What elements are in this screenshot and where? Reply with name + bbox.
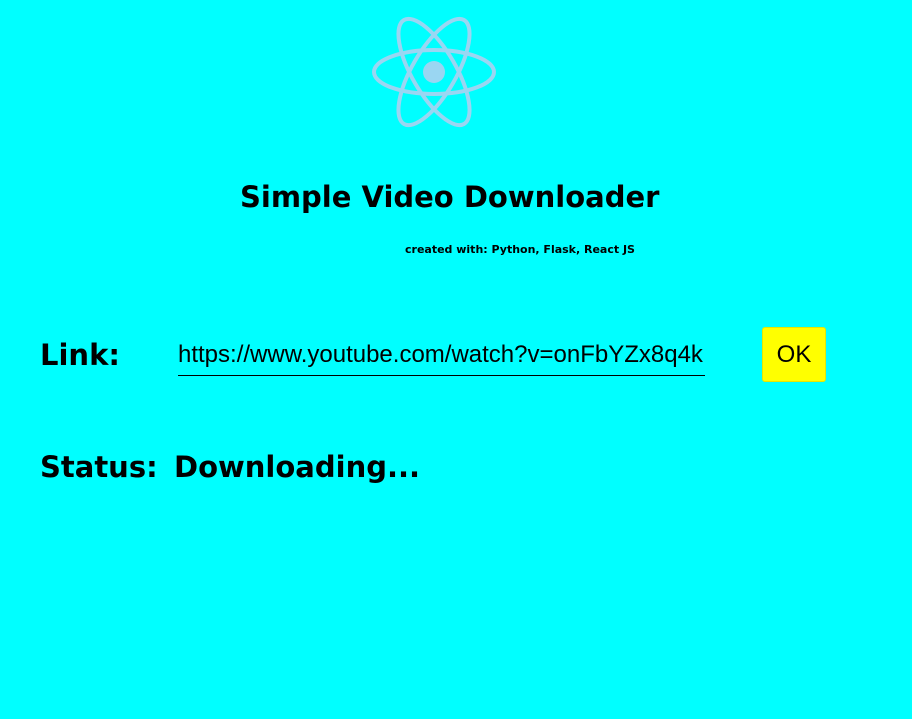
- status-label: Status:: [40, 450, 158, 484]
- link-input[interactable]: [178, 338, 705, 376]
- page-title: Simple Video Downloader: [240, 180, 660, 214]
- ok-button[interactable]: OK: [762, 327, 826, 382]
- page-subtitle: created with: Python, Flask, React JS: [405, 243, 635, 256]
- status-value: Downloading...: [174, 450, 421, 484]
- react-atom-icon: [372, 12, 496, 132]
- link-label: Link:: [40, 338, 120, 372]
